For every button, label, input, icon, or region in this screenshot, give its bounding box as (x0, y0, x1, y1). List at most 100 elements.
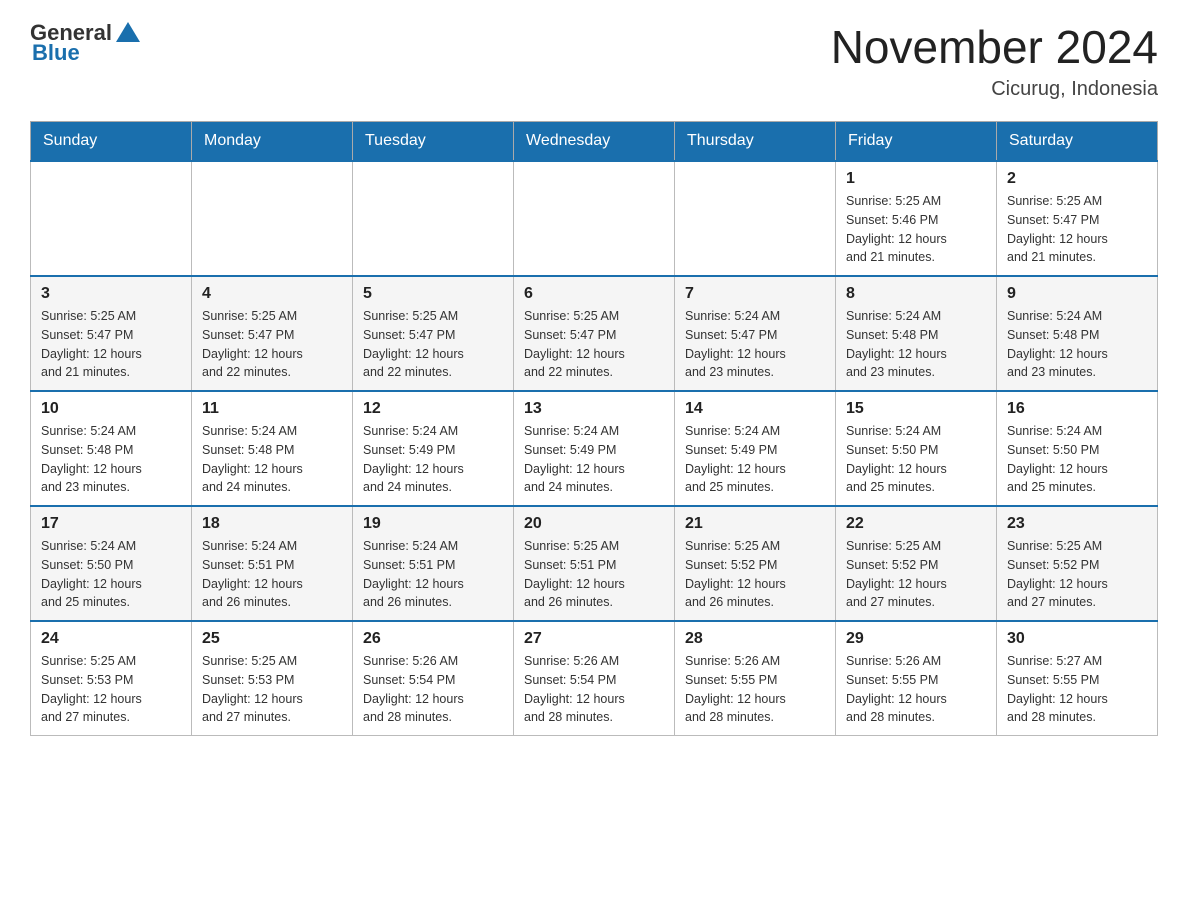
calendar-cell (353, 161, 514, 276)
calendar-cell: 3 Sunrise: 5:25 AMSunset: 5:47 PMDaylight… (31, 276, 192, 391)
calendar-cell: 29 Sunrise: 5:26 AMSunset: 5:55 PMDayligh… (836, 621, 997, 736)
day-info: Sunrise: 5:24 AMSunset: 5:48 PMDaylight:… (1007, 307, 1147, 382)
day-number: 11 (202, 400, 342, 418)
day-number: 16 (1007, 400, 1147, 418)
day-number: 29 (846, 630, 986, 648)
calendar-cell: 16Sunrise: 5:24 AMSunset: 5:50 PMDayligh… (997, 391, 1158, 506)
calendar-cell: 6Sunrise: 5:25 AMSunset: 5:47 PMDaylight… (514, 276, 675, 391)
day-info: Sunrise: 5:25 AMSunset: 5:47 PMDaylight:… (202, 307, 342, 382)
weekday-header-friday: Friday (836, 122, 997, 162)
calendar-cell: 4Sunrise: 5:25 AMSunset: 5:47 PMDaylight… (192, 276, 353, 391)
day-info: Sunrise: 5:25 AMSunset: 5:53 PMDaylight:… (202, 652, 342, 727)
calendar-cell: 5 Sunrise: 5:25 AMSunset: 5:47 PMDaylight… (353, 276, 514, 391)
day-number: 26 (363, 630, 503, 648)
calendar-cell: 12Sunrise: 5:24 AMSunset: 5:49 PMDayligh… (353, 391, 514, 506)
day-number: 1 (846, 170, 986, 188)
day-number: 19 (363, 515, 503, 533)
calendar-cell: 17 Sunrise: 5:24 AMSunset: 5:50 PMDayligh… (31, 506, 192, 621)
calendar-cell: 11Sunrise: 5:24 AMSunset: 5:48 PMDayligh… (192, 391, 353, 506)
weekday-header-sunday: Sunday (31, 122, 192, 162)
calendar-cell: 13 Sunrise: 5:24 AMSunset: 5:49 PMDayligh… (514, 391, 675, 506)
calendar-cell (192, 161, 353, 276)
calendar-cell: 25 Sunrise: 5:25 AMSunset: 5:53 PMDayligh… (192, 621, 353, 736)
calendar-cell: 23 Sunrise: 5:25 AMSunset: 5:52 PMDayligh… (997, 506, 1158, 621)
day-number: 5 (363, 285, 503, 303)
logo: General Blue (30, 20, 142, 66)
day-info: Sunrise: 5:27 AMSunset: 5:55 PMDaylight:… (1007, 652, 1147, 727)
day-info: Sunrise: 5:24 AMSunset: 5:49 PMDaylight:… (685, 422, 825, 497)
logo-blue-text: Blue (32, 40, 80, 66)
day-info: Sunrise: 5:24 AMSunset: 5:50 PMDaylight:… (41, 537, 181, 612)
day-info: Sunrise: 5:25 AMSunset: 5:53 PMDaylight:… (41, 652, 181, 727)
day-info: Sunrise: 5:25 AMSunset: 5:47 PMDaylight:… (1007, 192, 1147, 267)
calendar-cell: 22 Sunrise: 5:25 AMSunset: 5:52 PMDayligh… (836, 506, 997, 621)
day-number: 10 (41, 400, 181, 418)
day-number: 14 (685, 400, 825, 418)
calendar-cell: 9 Sunrise: 5:24 AMSunset: 5:48 PMDaylight… (997, 276, 1158, 391)
day-info: Sunrise: 5:26 AMSunset: 5:55 PMDaylight:… (846, 652, 986, 727)
day-info: Sunrise: 5:24 AMSunset: 5:51 PMDaylight:… (363, 537, 503, 612)
calendar-cell: 24 Sunrise: 5:25 AMSunset: 5:53 PMDayligh… (31, 621, 192, 736)
day-number: 25 (202, 630, 342, 648)
day-number: 22 (846, 515, 986, 533)
day-number: 21 (685, 515, 825, 533)
weekday-header-row: SundayMondayTuesdayWednesdayThursdayFrid… (31, 122, 1158, 162)
header: General Blue November 2024 Cicurug, Indo… (30, 20, 1158, 101)
day-info: Sunrise: 5:25 AMSunset: 5:52 PMDaylight:… (685, 537, 825, 612)
calendar-cell: 27 Sunrise: 5:26 AMSunset: 5:54 PMDayligh… (514, 621, 675, 736)
day-info: Sunrise: 5:24 AMSunset: 5:47 PMDaylight:… (685, 307, 825, 382)
calendar-cell (31, 161, 192, 276)
calendar-cell: 14 Sunrise: 5:24 AMSunset: 5:49 PMDayligh… (675, 391, 836, 506)
calendar-table: SundayMondayTuesdayWednesdayThursdayFrid… (30, 121, 1158, 736)
weekday-header-thursday: Thursday (675, 122, 836, 162)
day-info: Sunrise: 5:24 AMSunset: 5:48 PMDaylight:… (41, 422, 181, 497)
calendar-cell: 10 Sunrise: 5:24 AMSunset: 5:48 PMDayligh… (31, 391, 192, 506)
day-info: Sunrise: 5:25 AMSunset: 5:46 PMDaylight:… (846, 192, 986, 267)
day-number: 3 (41, 285, 181, 303)
day-number: 9 (1007, 285, 1147, 303)
logo-triangle-icon (114, 18, 142, 46)
day-number: 12 (363, 400, 503, 418)
week-row-5: 24 Sunrise: 5:25 AMSunset: 5:53 PMDayligh… (31, 621, 1158, 736)
week-row-4: 17 Sunrise: 5:24 AMSunset: 5:50 PMDayligh… (31, 506, 1158, 621)
day-number: 7 (685, 285, 825, 303)
weekday-header-saturday: Saturday (997, 122, 1158, 162)
day-info: Sunrise: 5:24 AMSunset: 5:50 PMDaylight:… (846, 422, 986, 497)
calendar-cell: 7 Sunrise: 5:24 AMSunset: 5:47 PMDaylight… (675, 276, 836, 391)
weekday-header-wednesday: Wednesday (514, 122, 675, 162)
day-info: Sunrise: 5:25 AMSunset: 5:47 PMDaylight:… (524, 307, 664, 382)
day-number: 15 (846, 400, 986, 418)
week-row-1: 1 Sunrise: 5:25 AMSunset: 5:46 PMDaylight… (31, 161, 1158, 276)
calendar-cell: 20Sunrise: 5:25 AMSunset: 5:51 PMDayligh… (514, 506, 675, 621)
calendar-cell: 30Sunrise: 5:27 AMSunset: 5:55 PMDayligh… (997, 621, 1158, 736)
weekday-header-tuesday: Tuesday (353, 122, 514, 162)
day-number: 8 (846, 285, 986, 303)
day-number: 27 (524, 630, 664, 648)
week-row-2: 3 Sunrise: 5:25 AMSunset: 5:47 PMDaylight… (31, 276, 1158, 391)
day-number: 17 (41, 515, 181, 533)
day-info: Sunrise: 5:26 AMSunset: 5:54 PMDaylight:… (524, 652, 664, 727)
calendar-title: November 2024 (831, 20, 1158, 74)
calendar-cell (675, 161, 836, 276)
calendar-subtitle: Cicurug, Indonesia (831, 78, 1158, 101)
day-number: 18 (202, 515, 342, 533)
day-info: Sunrise: 5:24 AMSunset: 5:48 PMDaylight:… (846, 307, 986, 382)
title-area: November 2024 Cicurug, Indonesia (831, 20, 1158, 101)
calendar-cell: 18Sunrise: 5:24 AMSunset: 5:51 PMDayligh… (192, 506, 353, 621)
day-number: 13 (524, 400, 664, 418)
calendar-cell: 2 Sunrise: 5:25 AMSunset: 5:47 PMDaylight… (997, 161, 1158, 276)
day-number: 23 (1007, 515, 1147, 533)
calendar-cell (514, 161, 675, 276)
day-info: Sunrise: 5:26 AMSunset: 5:55 PMDaylight:… (685, 652, 825, 727)
day-info: Sunrise: 5:25 AMSunset: 5:52 PMDaylight:… (846, 537, 986, 612)
day-number: 2 (1007, 170, 1147, 188)
calendar-cell: 15 Sunrise: 5:24 AMSunset: 5:50 PMDayligh… (836, 391, 997, 506)
day-number: 24 (41, 630, 181, 648)
day-info: Sunrise: 5:25 AMSunset: 5:52 PMDaylight:… (1007, 537, 1147, 612)
day-info: Sunrise: 5:24 AMSunset: 5:49 PMDaylight:… (524, 422, 664, 497)
calendar-cell: 28Sunrise: 5:26 AMSunset: 5:55 PMDayligh… (675, 621, 836, 736)
calendar-cell: 26Sunrise: 5:26 AMSunset: 5:54 PMDayligh… (353, 621, 514, 736)
calendar-cell: 21 Sunrise: 5:25 AMSunset: 5:52 PMDayligh… (675, 506, 836, 621)
day-info: Sunrise: 5:25 AMSunset: 5:47 PMDaylight:… (363, 307, 503, 382)
day-info: Sunrise: 5:25 AMSunset: 5:47 PMDaylight:… (41, 307, 181, 382)
